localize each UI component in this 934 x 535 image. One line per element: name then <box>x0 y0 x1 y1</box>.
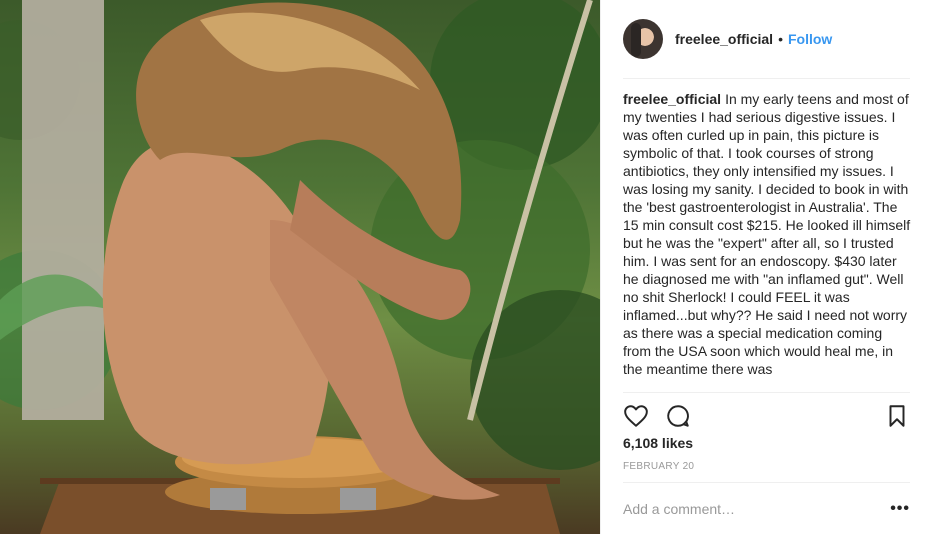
post-caption: freelee_official In my early teens and mo… <box>623 90 913 387</box>
comment-input[interactable] <box>623 501 891 517</box>
post-side-panel: freelee_official • Follow freelee_offici… <box>600 0 934 534</box>
instagram-post: freelee_official • Follow freelee_offici… <box>0 0 934 534</box>
action-bar <box>623 392 910 433</box>
bookmark-icon[interactable] <box>884 403 910 429</box>
photo-illustration <box>0 0 600 534</box>
caption-text: In my early teens and most of my twentie… <box>623 91 911 377</box>
post-date[interactable]: FEBRUARY 20 <box>623 461 694 472</box>
caption-username-link[interactable]: freelee_official <box>623 91 721 107</box>
post-photo[interactable] <box>0 0 600 534</box>
post-header: freelee_official • Follow <box>623 0 910 79</box>
likes-count[interactable]: 6,108 likes <box>623 435 693 451</box>
follow-button[interactable]: Follow <box>788 31 832 47</box>
comment-bar: ••• <box>623 482 910 535</box>
speech-bubble-icon[interactable] <box>665 403 691 429</box>
heart-outline-icon[interactable] <box>623 403 649 429</box>
username-link[interactable]: freelee_official <box>675 31 773 47</box>
avatar[interactable] <box>623 19 663 59</box>
header-text: freelee_official • Follow <box>675 31 832 47</box>
more-options-icon[interactable]: ••• <box>890 500 910 518</box>
separator-dot: • <box>778 31 783 47</box>
